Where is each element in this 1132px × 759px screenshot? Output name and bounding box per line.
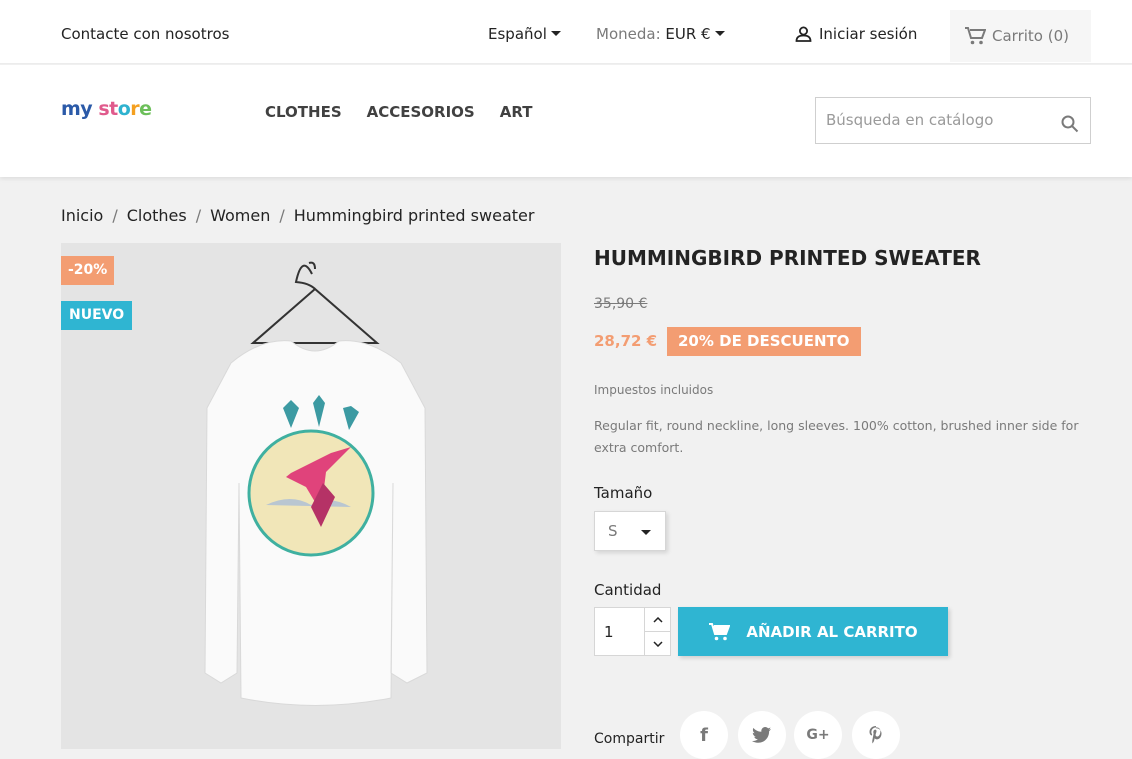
cart-button[interactable]: Carrito (0) (950, 10, 1091, 62)
facebook-share-button[interactable]: f (680, 711, 728, 759)
add-to-cart-label: AÑADIR AL CARRITO (746, 622, 918, 641)
size-label: Tamaño (594, 484, 653, 502)
contact-link[interactable]: Contacte con nosotros (61, 25, 229, 43)
twitter-share-button[interactable] (738, 711, 786, 759)
regular-price: 35,90 € (594, 296, 648, 312)
signin-label: Iniciar sesión (819, 25, 918, 43)
quantity-label: Cantidad (594, 581, 662, 599)
breadcrumb-item-inicio[interactable]: Inicio (61, 206, 103, 225)
nav-item-clothes[interactable]: CLOTHES (265, 103, 342, 121)
pinterest-share-button[interactable] (852, 711, 900, 759)
size-value: S (608, 522, 618, 540)
breadcrumb-item-women[interactable]: Women (210, 206, 270, 225)
signin-link[interactable]: Iniciar sesión (795, 25, 917, 43)
quantity-input[interactable]: 1 (604, 623, 614, 641)
product-image[interactable] (61, 243, 561, 749)
main-header: my store CLOTHES ACCESORIOS ART (0, 65, 1132, 177)
discount-tag: 20% DE DESCUENTO (667, 327, 861, 356)
quantity-decrease-button[interactable] (644, 632, 671, 656)
tax-label: Impuestos incluidos (594, 383, 714, 397)
breadcrumb: Inicio / Clothes / Women / Hummingbird printed… (61, 206, 535, 225)
discount-badge: -20% (61, 256, 115, 285)
current-price: 28,72 € (594, 332, 658, 350)
chevron-up-icon (653, 616, 663, 623)
breadcrumb-current: Hummingbird printed sweater (293, 206, 535, 225)
currency-value: EUR € (665, 25, 711, 43)
chevron-down-icon (641, 530, 651, 535)
cart-icon (709, 622, 731, 640)
nav-item-accesorios[interactable]: ACCESORIOS (367, 103, 475, 121)
currency-selector[interactable]: Moneda: EUR € (596, 25, 725, 43)
chevron-down-icon (653, 641, 663, 647)
nav-item-art[interactable]: ART (500, 103, 533, 121)
main-nav: CLOTHES ACCESORIOS ART (265, 103, 532, 121)
quantity-stepper: 1 (594, 607, 671, 656)
googleplus-icon: G+ (806, 727, 830, 743)
size-select[interactable]: S (594, 511, 666, 551)
twitter-icon (752, 727, 771, 743)
quantity-increase-button[interactable] (644, 608, 671, 632)
language-label: Español (488, 25, 547, 43)
search-box (815, 97, 1091, 144)
store-logo[interactable]: my store (61, 98, 152, 120)
product-description: Regular fit, round neckline, long sleeve… (594, 418, 1079, 455)
cart-label: Carrito (0) (992, 27, 1069, 45)
search-icon[interactable] (1061, 115, 1079, 133)
share-label: Compartir (594, 731, 665, 747)
pinterest-icon (869, 726, 882, 744)
currency-label: Moneda: (596, 25, 661, 43)
product-title: HUMMINGBIRD PRINTED SWEATER (594, 246, 981, 270)
language-selector[interactable]: Español (488, 25, 561, 43)
new-badge: NUEVO (61, 301, 133, 330)
chevron-down-icon (550, 31, 561, 36)
user-icon (795, 26, 812, 42)
chevron-down-icon (714, 31, 725, 36)
top-bar: Contacte con nosotros Español Moneda: EU… (0, 0, 1132, 64)
add-to-cart-button[interactable]: AÑADIR AL CARRITO (678, 607, 948, 656)
googleplus-share-button[interactable]: G+ (794, 711, 842, 759)
sweater-image (61, 243, 561, 749)
breadcrumb-item-clothes[interactable]: Clothes (127, 206, 187, 225)
cart-icon (965, 27, 986, 45)
search-input[interactable] (826, 111, 1041, 129)
facebook-icon: f (700, 724, 708, 746)
